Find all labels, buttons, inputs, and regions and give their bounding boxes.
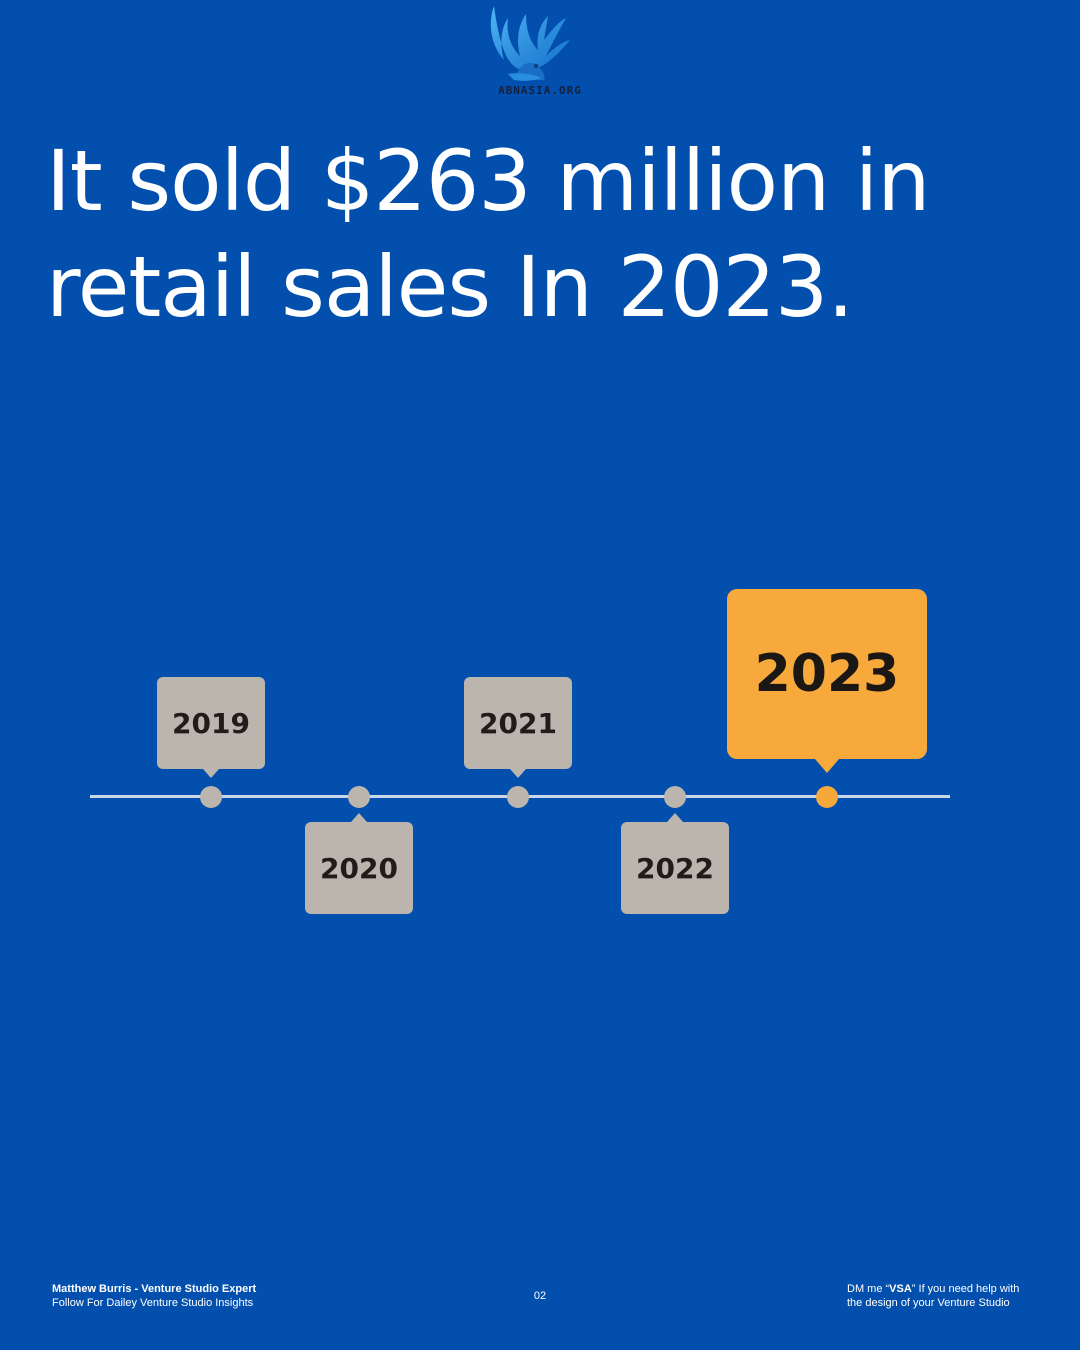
timeline-dot-2023: [816, 786, 838, 808]
cta-prefix: DM me “: [847, 1283, 890, 1295]
timeline-dot-2019: [200, 786, 222, 808]
author-tagline: Follow For Dailey Venture Studio Insight…: [52, 1297, 254, 1309]
cta-line-1: DM me “VSA” If you need help with: [847, 1282, 1047, 1296]
author-name: Matthew Burris - Venture Studio Expert: [52, 1283, 257, 1295]
timeline-dot-2021: [507, 786, 529, 808]
cta-middle: ” If you need help with: [911, 1283, 1020, 1295]
footer-author: Matthew Burris - Venture Studio Expert F…: [52, 1282, 256, 1310]
cta-line-2: the design of your Venture Studio: [847, 1297, 1010, 1309]
timeline-label-2023-highlight: 2023: [727, 589, 927, 759]
timeline-label-2022: 2022: [621, 822, 729, 914]
timeline-dot-2022: [664, 786, 686, 808]
timeline-label-2021: 2021: [464, 677, 572, 769]
timeline-label-2020: 2020: [305, 822, 413, 914]
footer-cta: DM me “VSA” If you need help with the de…: [847, 1282, 1047, 1310]
headline: It sold $263 million in retail sales In …: [46, 132, 931, 336]
page-number: 02: [533, 1290, 547, 1302]
logo-wordmark: ABNASIA.ORG: [498, 84, 582, 97]
cta-keyword: VSA: [889, 1283, 912, 1295]
timeline-dot-2020: [348, 786, 370, 808]
timeline-label-2019: 2019: [157, 677, 265, 769]
